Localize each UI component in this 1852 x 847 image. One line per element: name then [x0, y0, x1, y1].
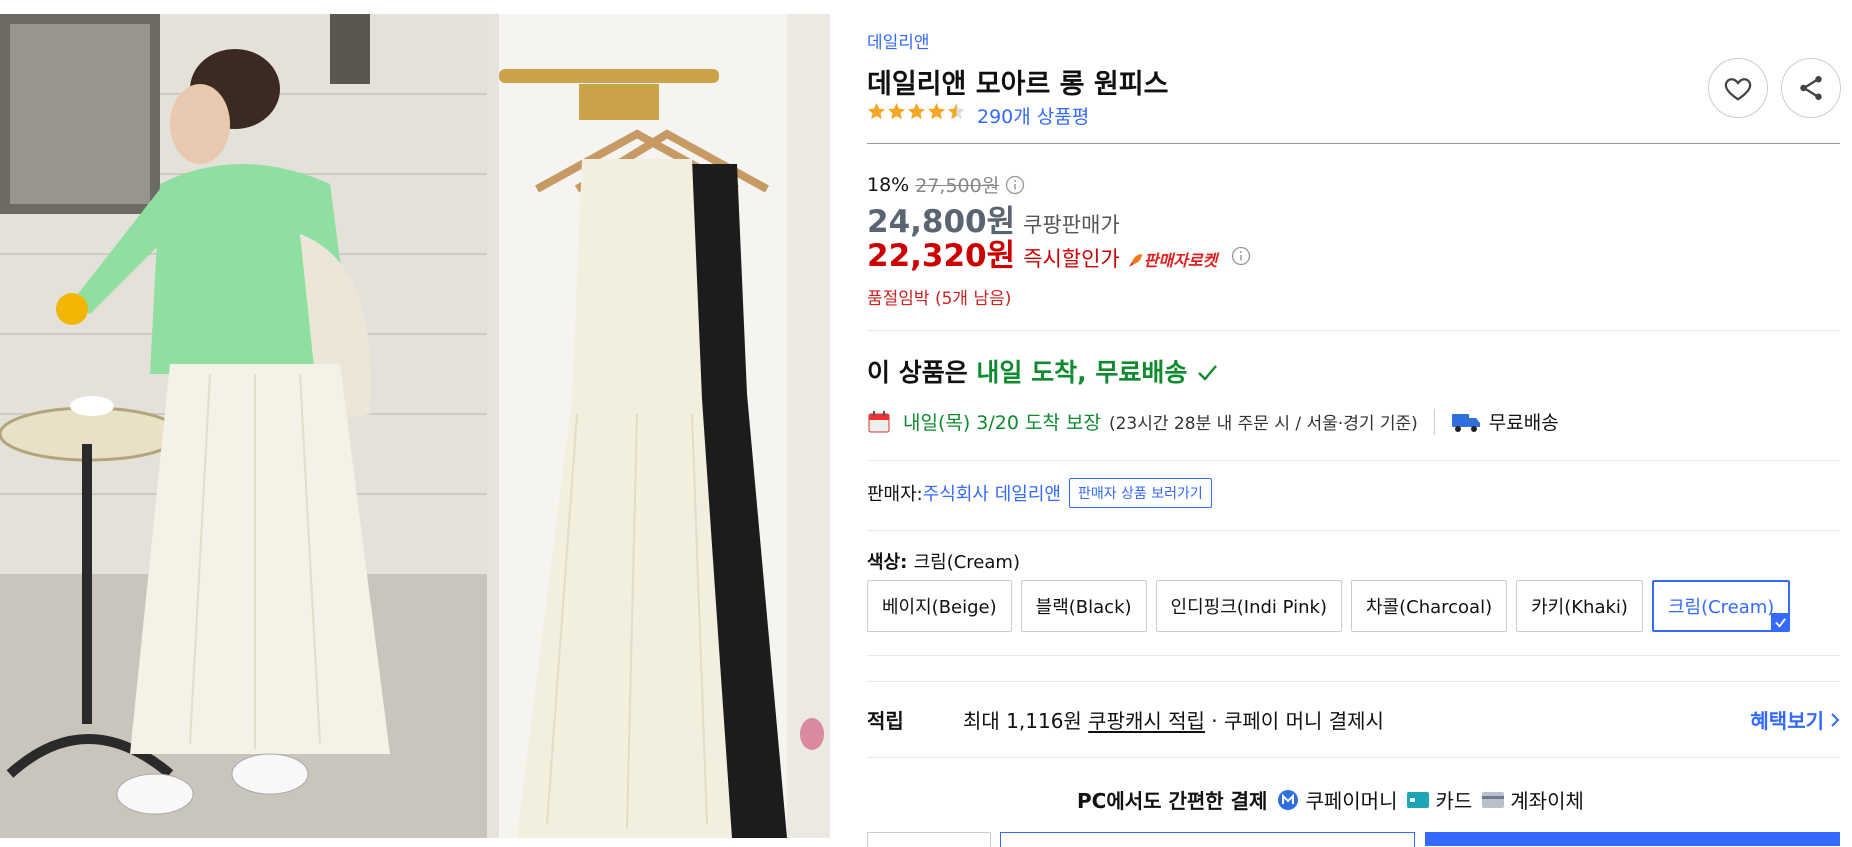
info-icon[interactable] — [1231, 246, 1251, 266]
quantity-stepper[interactable] — [867, 832, 991, 847]
info-icon[interactable] — [1005, 175, 1025, 195]
buy-now-button[interactable] — [1425, 832, 1840, 846]
seller-label: 판매자: — [867, 484, 923, 505]
reward-label: 적립 — [867, 709, 904, 733]
delivery-info-row: 내일(목) 3/20 도착 보장 (23시간 28분 내 주문 시 / 서울·경… — [867, 408, 1559, 435]
share-icon — [1800, 76, 1822, 100]
payment-headline: PC에서도 간편한 결제 — [1077, 789, 1268, 813]
delivery-date: 내일(목) 3/20 도착 보장 — [903, 412, 1101, 434]
product-photo-dresses — [487, 14, 830, 838]
reward-top-divider — [867, 681, 1840, 682]
selected-check-icon — [1771, 613, 1790, 631]
rocket-badge: 판매자로켓 — [1128, 247, 1218, 271]
free-shipping-label: 무료배송 — [1488, 412, 1559, 434]
delivery-headline: 이 상품은 내일 도착, 무료배송 — [867, 353, 1218, 389]
rocket-icon — [1128, 254, 1142, 267]
delivery-cutoff: (23시간 28분 내 주문 시 / 서울·경기 기준) — [1108, 414, 1418, 434]
color-selected-value: 크림(Cream) — [913, 552, 1020, 573]
coupay-money-icon — [1278, 789, 1299, 810]
color-label-title: 색상: — [867, 552, 914, 573]
delivery-separator — [1433, 408, 1435, 435]
star-icon — [927, 102, 946, 120]
color-label: 색상: 크림(Cream) — [867, 548, 1020, 574]
brand-link[interactable]: 데일리앤 — [867, 28, 930, 53]
rocket-badge-label: 판매자로켓 — [1143, 251, 1218, 270]
payment-method-coupay: 쿠페이머니 — [1305, 789, 1398, 813]
delivery-headline-prefix: 이 상품은 — [867, 358, 977, 387]
stock-notice: 품절임박 (5개 남음) — [867, 289, 1012, 309]
reward-divider — [867, 757, 1840, 758]
payment-coupay-money: 쿠페이머니 — [1277, 785, 1397, 814]
reward-condition: · 쿠페이 머니 결제시 — [1204, 709, 1384, 733]
color-options: 베이지(Beige) 블랙(Black) 인디핑크(Indi Pink) 차콜(… — [867, 580, 1791, 632]
pricing-divider — [867, 330, 1840, 331]
product-title: 데일리앤 모아르 롱 원피스 — [867, 69, 1169, 100]
payment-card: 카드 — [1407, 785, 1472, 814]
payment-method-bank: 계좌이체 — [1510, 789, 1584, 813]
color-option-cream[interactable]: 크림(Cream) — [1651, 580, 1791, 632]
heart-icon — [1724, 78, 1752, 101]
chevron-right-icon — [1831, 712, 1840, 727]
instant-price-row: 22,320원 즉시할인가 판매자로켓 — [867, 230, 1251, 275]
payment-row: PC에서도 간편한 결제 쿠페이머니 카드 계좌이체 — [1077, 785, 1584, 814]
calendar-icon — [868, 410, 890, 432]
wishlist-button[interactable] — [1708, 58, 1768, 118]
product-image-main[interactable] — [0, 14, 487, 838]
bank-transfer-icon — [1482, 791, 1505, 808]
add-to-cart-button[interactable] — [1000, 832, 1415, 847]
reward-amount: 최대 1,116원 — [963, 709, 1089, 733]
color-option-cream-label: 크림(Cream) — [1667, 597, 1775, 618]
instant-price-label: 즉시할인가 — [1023, 247, 1120, 271]
truck-icon — [1451, 413, 1480, 432]
star-half-icon — [947, 102, 966, 120]
benefit-link[interactable]: 혜택보기 — [1750, 705, 1840, 734]
header-divider — [867, 143, 1840, 144]
review-count-link[interactable]: 290개 상품평 — [977, 102, 1089, 129]
star-icon — [907, 102, 926, 120]
color-option-beige[interactable]: 베이지(Beige) — [867, 580, 1012, 632]
original-price: 27,500원 — [915, 175, 1000, 197]
reward-row: 적립 최대 1,116원 쿠팡캐시 적립 · 쿠페이 머니 결제시 혜택보기 — [867, 705, 1840, 734]
seller-products-button[interactable]: 판매자 상품 보러가기 — [1068, 478, 1212, 508]
discount-rate: 18% — [867, 173, 910, 196]
card-icon — [1407, 791, 1430, 808]
color-option-black[interactable]: 블랙(Black) — [1020, 580, 1147, 632]
color-option-charcoal[interactable]: 차콜(Charcoal) — [1350, 580, 1508, 632]
payment-bank-transfer: 계좌이체 — [1482, 785, 1584, 814]
payment-method-card: 카드 — [1435, 789, 1473, 813]
seller-name-link[interactable]: 주식회사 데일리앤 — [923, 480, 1061, 506]
seller-row: 판매자: 주식회사 데일리앤 판매자 상품 보러가기 — [867, 478, 1212, 508]
delivery-headline-highlight: 내일 도착, 무료배송 — [976, 358, 1188, 387]
share-button[interactable] — [1781, 58, 1841, 118]
options-divider — [867, 655, 1840, 656]
coupang-cash-link[interactable]: 쿠팡캐시 적립 — [1088, 709, 1205, 733]
rating-stars — [867, 102, 966, 121]
delivery-divider — [867, 460, 1840, 461]
instant-price: 22,320원 — [867, 238, 1016, 274]
color-option-khaki[interactable]: 카키(Khaki) — [1516, 580, 1643, 632]
star-icon — [867, 102, 886, 120]
discount-row: 18% 27,500원 — [867, 171, 1025, 198]
check-icon — [1198, 365, 1217, 381]
seller-divider — [867, 530, 1840, 531]
color-option-indi-pink[interactable]: 인디핑크(Indi Pink) — [1155, 580, 1342, 632]
star-icon — [887, 102, 906, 120]
product-photo-model — [0, 14, 487, 838]
benefit-link-label: 혜택보기 — [1750, 709, 1824, 733]
product-image-hanging[interactable] — [487, 14, 830, 838]
reward-text: 최대 1,116원 쿠팡캐시 적립 · 쿠페이 머니 결제시 — [963, 705, 1384, 734]
